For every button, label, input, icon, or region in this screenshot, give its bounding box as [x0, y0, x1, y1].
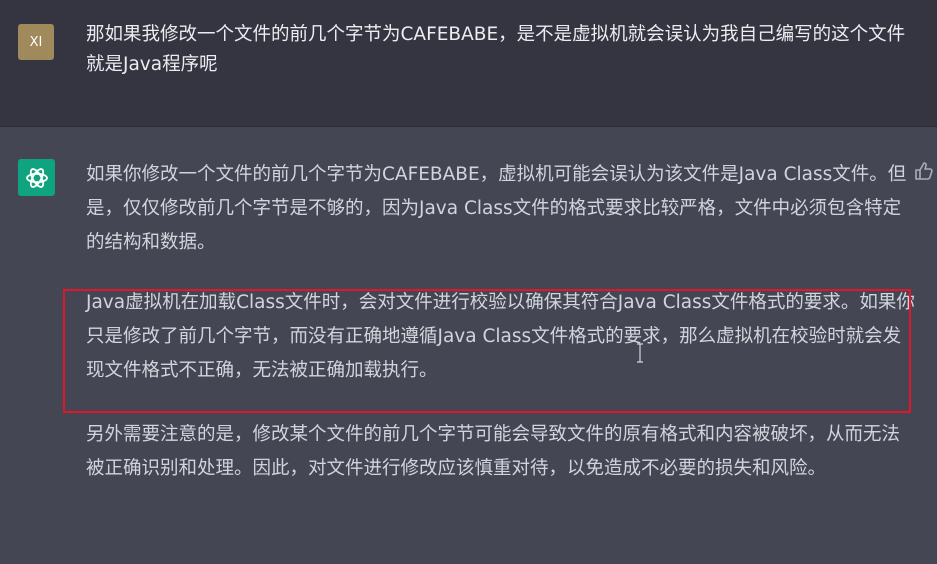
openai-logo-svg: [25, 167, 48, 188]
highlight-box: [63, 289, 911, 413]
assistant-paragraph-1: 如果你修改一个文件的前几个字节为CAFEBABE，虚拟机可能会误认为该文件是Ja…: [86, 164, 907, 253]
thumbs-up-icon[interactable]: [913, 160, 935, 182]
user-avatar: XI: [18, 24, 54, 60]
text-cursor-svg: [637, 343, 643, 363]
thumbs-up-svg: [915, 162, 933, 180]
assistant-message-row: 如果你修改一个文件的前几个字节为CAFEBABE，虚拟机可能会误认为该文件是Ja…: [0, 127, 937, 564]
user-message-text: 那如果我修改一个文件的前几个字节为CAFEBABE，是不是虚拟机就会误认为我自己…: [86, 24, 906, 75]
user-message-row: XI 那如果我修改一个文件的前几个字节为CAFEBABE，是不是虚拟机就会误认为…: [0, 0, 937, 127]
user-avatar-text: XI: [29, 34, 43, 50]
openai-logo-icon: [18, 159, 55, 196]
assistant-paragraph-3: 另外需要注意的是，修改某个文件的前几个字节可能会导致文件的原有格式和内容被破坏，…: [86, 424, 901, 479]
text-cursor-icon: [636, 343, 644, 363]
